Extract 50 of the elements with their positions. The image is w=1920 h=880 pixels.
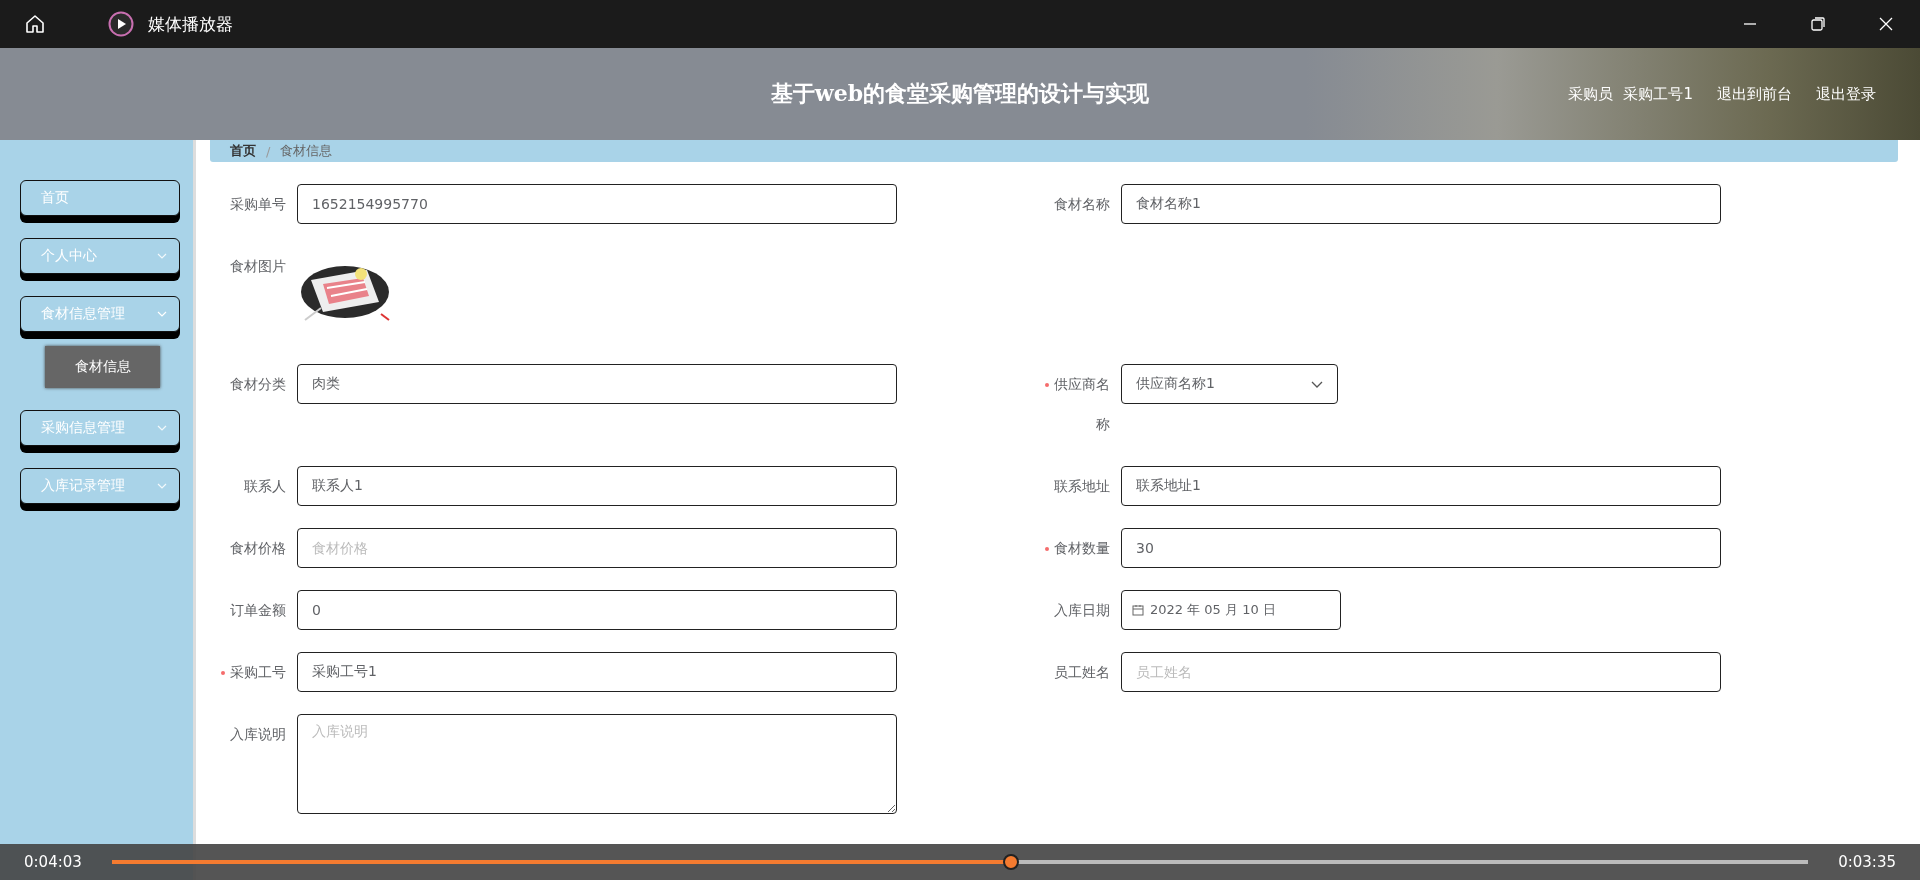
date-field[interactable]: 2022 年 05 月 10 日 xyxy=(1121,590,1341,630)
input-field[interactable]: 0 xyxy=(297,590,897,630)
user-role: 采购员 xyxy=(1568,84,1614,104)
field-label: 食材图片 xyxy=(229,257,287,276)
home-icon[interactable] xyxy=(24,13,46,35)
input-field[interactable]: 肉类 xyxy=(297,364,897,404)
submenu-item[interactable]: 食材信息 xyxy=(45,346,160,388)
field-label: 入库日期 xyxy=(1053,601,1111,620)
field-label: 订单金额 xyxy=(229,601,287,620)
field-label: 食材分类 xyxy=(229,375,287,394)
field-label: 采购单号 xyxy=(229,195,287,214)
caret-icon xyxy=(157,425,167,431)
textarea-field[interactable]: 入库说明 xyxy=(297,714,897,814)
input-field[interactable]: 食材价格 xyxy=(297,528,897,568)
site-title: 基于web的食堂采购管理的设计与实现 xyxy=(770,79,1150,108)
field-label: 食材价格 xyxy=(229,539,287,558)
breadcrumb-link[interactable]: 食材信息 xyxy=(280,142,333,160)
field-label: 联系人 xyxy=(243,477,287,496)
field-label: 食材数量 xyxy=(1038,528,1121,568)
caret-icon xyxy=(157,253,167,259)
breadcrumb-separator: / xyxy=(266,143,271,159)
input-field[interactable]: 员工姓名 xyxy=(1121,652,1721,692)
calendar-icon xyxy=(1132,604,1144,616)
field-label: 联系地址 xyxy=(1053,477,1111,496)
input-field[interactable]: 食材名称1 xyxy=(1121,184,1721,224)
input-field[interactable]: 联系人1 xyxy=(297,466,897,506)
close-icon[interactable] xyxy=(1878,16,1894,32)
input-field[interactable]: 1652154995770 xyxy=(297,184,897,224)
chevron-icon xyxy=(1311,380,1323,388)
play-icon xyxy=(108,11,134,37)
window-title: 媒体播放器 xyxy=(148,12,233,36)
user-name: 采购工号1 xyxy=(1623,84,1693,104)
field-label: 采购工号 xyxy=(210,652,297,692)
field-label: 食材名称 xyxy=(1053,195,1111,214)
seek-thumb[interactable] xyxy=(1002,854,1019,870)
restore-icon[interactable] xyxy=(1810,16,1826,32)
input-field[interactable]: 联系地址1 xyxy=(1121,466,1721,506)
caret-icon xyxy=(157,311,167,317)
header-link[interactable]: 退出登录 xyxy=(1816,84,1876,104)
header-link[interactable]: 退出到前台 xyxy=(1717,84,1792,104)
field-label: 供应商名称 xyxy=(1038,364,1121,444)
field-label: 员工姓名 xyxy=(1053,663,1111,682)
field-label: 入库说明 xyxy=(229,725,287,744)
select-field[interactable]: 供应商名称1 xyxy=(1121,364,1338,404)
elapsed-time: 0:04:03 xyxy=(24,853,82,871)
remaining-time: 0:03:35 xyxy=(1838,853,1896,871)
input-field[interactable]: 30 xyxy=(1121,528,1721,568)
breadcrumb-link[interactable]: 首页 xyxy=(230,142,256,160)
input-field[interactable]: 采购工号1 xyxy=(297,652,897,692)
caret-icon xyxy=(157,483,167,489)
